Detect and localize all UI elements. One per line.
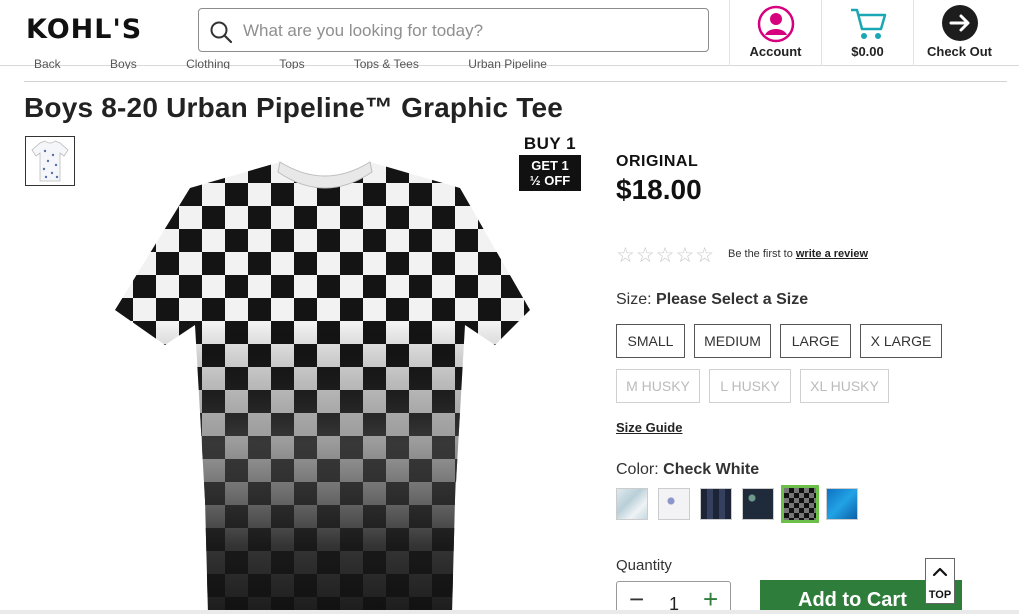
account-button[interactable]: Account bbox=[729, 0, 821, 66]
product-title: Boys 8-20 Urban Pipeline™ Graphic Tee bbox=[24, 92, 564, 123]
promo-buy-text: BUY 1 bbox=[523, 134, 577, 153]
checkout-button[interactable]: Check Out bbox=[913, 0, 1005, 66]
color-swatch[interactable] bbox=[616, 488, 648, 520]
size-guide-link[interactable]: Size Guide bbox=[616, 420, 682, 435]
price-label: ORIGINAL bbox=[616, 153, 699, 170]
shopping-cart-icon bbox=[850, 8, 886, 39]
breadcrumb-item[interactable]: Boys bbox=[110, 57, 137, 69]
size-m-husky-button[interactable]: M HUSKY bbox=[616, 369, 700, 403]
size-medium-button[interactable]: MEDIUM bbox=[694, 324, 771, 358]
write-review-link[interactable]: write a review bbox=[796, 248, 868, 260]
arrow-right-circle-icon bbox=[941, 5, 978, 41]
thumbnail-shirt-image bbox=[31, 140, 69, 182]
quantity-decrease-button[interactable]: − bbox=[629, 586, 644, 612]
color-swatch[interactable] bbox=[826, 488, 858, 520]
size-small-button[interactable]: SMALL bbox=[616, 324, 685, 358]
account-icon bbox=[757, 5, 794, 43]
quantity-increase-button[interactable]: + bbox=[703, 586, 718, 612]
search-input[interactable] bbox=[243, 17, 693, 45]
color-swatch[interactable] bbox=[658, 488, 690, 520]
bottom-edge bbox=[0, 610, 1019, 614]
size-label: Size: bbox=[616, 291, 652, 308]
search-bar[interactable] bbox=[198, 8, 709, 52]
color-swatch-selected[interactable] bbox=[781, 485, 819, 523]
color-heading: Color: Check White bbox=[616, 461, 759, 479]
product-price: $18.00 bbox=[616, 174, 702, 205]
size-xlarge-button[interactable]: X LARGE bbox=[860, 324, 942, 358]
breadcrumb-item[interactable]: Back bbox=[34, 57, 61, 69]
breadcrumb-item[interactable]: Urban Pipeline bbox=[468, 57, 547, 69]
top-label: TOP bbox=[928, 589, 952, 601]
search-icon[interactable] bbox=[209, 20, 233, 44]
chevron-up-icon bbox=[932, 567, 948, 577]
back-to-top-button[interactable]: TOP bbox=[925, 558, 955, 604]
checkout-label: Check Out bbox=[926, 44, 992, 59]
quantity-label: Quantity bbox=[616, 557, 672, 574]
size-l-husky-button[interactable]: L HUSKY bbox=[709, 369, 791, 403]
star-icons: ☆☆☆☆☆ bbox=[616, 244, 716, 267]
size-selection-value: Please Select a Size bbox=[656, 291, 809, 308]
breadcrumb-item[interactable]: Tops & Tees bbox=[354, 57, 419, 69]
breadcrumb: Back Boys Clothing Tops Tops & Tees Urba… bbox=[34, 57, 593, 69]
size-large-button[interactable]: LARGE bbox=[780, 324, 851, 358]
color-label: Color: bbox=[616, 461, 659, 478]
cart-total: $0.00 bbox=[851, 44, 884, 59]
account-label: Account bbox=[749, 44, 802, 59]
color-swatch[interactable] bbox=[700, 488, 732, 520]
breadcrumb-item[interactable]: Tops bbox=[279, 57, 304, 69]
review-prefix: Be the first to bbox=[728, 248, 793, 260]
cart-button[interactable]: $0.00 bbox=[821, 0, 913, 66]
review-prompt: Be the first to write a review bbox=[728, 248, 868, 260]
divider bbox=[24, 81, 1007, 82]
breadcrumb-item[interactable]: Clothing bbox=[186, 57, 230, 69]
color-swatch[interactable] bbox=[742, 488, 774, 520]
rating-stars[interactable]: ☆☆☆☆☆ bbox=[616, 243, 716, 267]
color-selection-value: Check White bbox=[663, 461, 760, 478]
checkered-tee-image bbox=[115, 161, 530, 614]
size-xl-husky-button[interactable]: XL HUSKY bbox=[800, 369, 889, 403]
product-thumbnail[interactable] bbox=[25, 136, 75, 186]
product-main-image[interactable] bbox=[110, 160, 540, 614]
kohls-logo[interactable]: KOHL'S bbox=[26, 14, 142, 45]
size-heading: Size: Please Select a Size bbox=[616, 291, 808, 309]
